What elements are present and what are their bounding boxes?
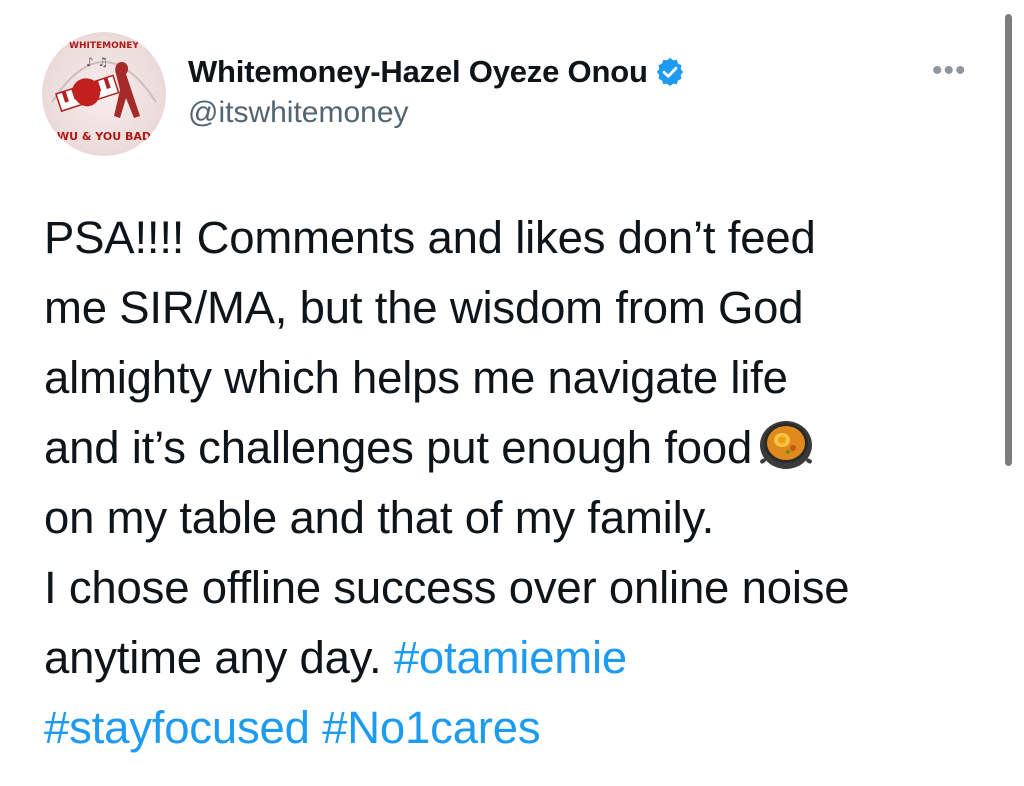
tweet-line: and it’s challenges put enough food — [44, 413, 984, 483]
tweet-line: on my table and that of my family. — [44, 492, 715, 543]
hashtag-link[interactable]: #stayfocused — [44, 702, 310, 753]
more-options-icon[interactable]: ••• — [932, 56, 967, 86]
hashtag-link[interactable]: #otamiemie — [394, 632, 627, 683]
hashtag-link[interactable]: #No1cares — [322, 702, 540, 753]
svg-text:♪ ♫: ♪ ♫ — [86, 55, 108, 69]
scrollbar[interactable] — [1005, 14, 1012, 466]
tweet: ♪ ♫ WHITEMONEY WU & YOU BAD Whitemoney-H… — [0, 0, 1024, 786]
display-name[interactable]: Whitemoney-Hazel Oyeze Onou — [188, 54, 648, 90]
svg-text:WU & YOU BAD: WU & YOU BAD — [57, 130, 151, 143]
verified-badge-icon — [655, 57, 685, 87]
avatar-image: ♪ ♫ WHITEMONEY WU & YOU BAD — [42, 32, 166, 156]
tweet-line: almighty which helps me navigate life — [44, 352, 788, 403]
svg-text:WHITEMONEY: WHITEMONEY — [69, 41, 139, 51]
tweet-text: PSA!!!! Comments and likes don’t feed me… — [44, 203, 984, 763]
tweet-line: anytime any day. #otamiemie — [44, 632, 628, 683]
tweet-line: me SIR/MA, but the wisdom from God — [44, 282, 804, 333]
tweet-line: PSA!!!! Comments and likes don’t feed — [44, 212, 816, 263]
user-handle[interactable]: @itswhitemoney — [188, 96, 409, 130]
avatar[interactable]: ♪ ♫ WHITEMONEY WU & YOU BAD — [42, 32, 166, 156]
tweet-line: I chose offline success over online nois… — [44, 562, 850, 613]
name-row: Whitemoney-Hazel Oyeze Onou — [188, 52, 685, 92]
shallow-pan-of-food-icon — [758, 415, 814, 471]
tweet-line: #stayfocused #No1cares — [44, 693, 984, 763]
